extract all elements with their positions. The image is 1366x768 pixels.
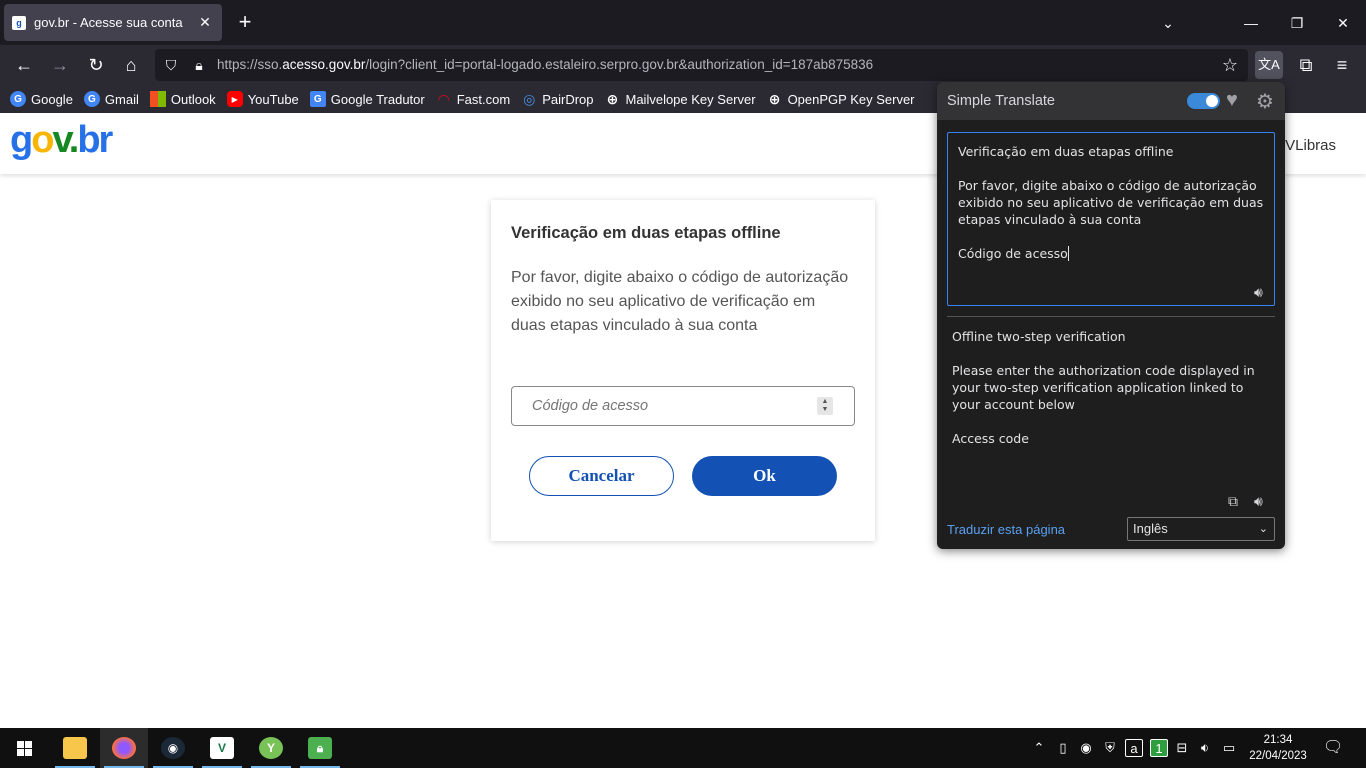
firefox-icon bbox=[112, 737, 136, 759]
close-window-icon[interactable]: ✕ bbox=[1330, 10, 1356, 36]
speaker-icon[interactable]: 🔊︎ bbox=[1254, 493, 1263, 510]
simple-translate-icon[interactable]: 文A bbox=[1255, 51, 1283, 79]
list-tabs-icon[interactable]: ⌄ bbox=[1155, 10, 1181, 36]
network-icon[interactable]: ⊟ bbox=[1173, 739, 1191, 757]
bookmark-pairdrop[interactable]: ◎ PairDrop bbox=[521, 91, 593, 107]
vlibras-link[interactable]: VLibras bbox=[1285, 137, 1336, 154]
verification-card: Verificação em duas etapas offline Por f… bbox=[491, 200, 875, 541]
source-text-area[interactable]: Verificação em duas etapas offline Por f… bbox=[947, 132, 1275, 306]
pairdrop-icon: ◎ bbox=[523, 90, 536, 107]
translate-icon: G bbox=[309, 91, 326, 107]
govbr-logo[interactable]: gov.br bbox=[10, 119, 113, 162]
start-button[interactable] bbox=[0, 728, 48, 768]
enable-toggle[interactable] bbox=[1187, 93, 1220, 109]
govbr-favicon-icon: g bbox=[12, 15, 26, 30]
bookmark-google[interactable]: G Google bbox=[10, 91, 73, 107]
back-icon[interactable]: ← bbox=[10, 51, 38, 79]
taskbar-file-explorer[interactable] bbox=[51, 728, 99, 768]
taskbar-steam[interactable]: ◉ bbox=[149, 728, 197, 768]
target-language-select[interactable]: Inglês ⌄ bbox=[1127, 517, 1275, 541]
heart-icon[interactable]: ♥ bbox=[1226, 89, 1238, 112]
fast-icon: ◠ bbox=[438, 90, 450, 107]
vpn-icon: V bbox=[210, 737, 234, 759]
cancel-button[interactable]: Cancelar bbox=[529, 456, 674, 496]
bookmark-google-tradutor[interactable]: G Google Tradutor bbox=[309, 91, 425, 107]
youtube-icon: ▶ bbox=[226, 91, 243, 107]
bookmark-fast[interactable]: ◠ Fast.com bbox=[436, 91, 510, 107]
chevron-up-icon[interactable]: ⌃ bbox=[1030, 739, 1048, 757]
browser-tab[interactable]: g gov.br - Acesse sua conta ✕ bbox=[4, 4, 222, 41]
folder-icon bbox=[63, 737, 87, 759]
taskbar-app-lock[interactable]: 🔒︎ bbox=[296, 728, 344, 768]
gear-icon[interactable]: ⚙ bbox=[1256, 89, 1274, 114]
microsoft-icon bbox=[149, 91, 166, 107]
app-icon: Y bbox=[259, 737, 283, 759]
globe-icon: ⊕ bbox=[606, 90, 619, 107]
card-title: Verificação em duas etapas offline bbox=[511, 224, 781, 242]
bookmark-outlook[interactable]: Outlook bbox=[149, 91, 216, 107]
usb-icon[interactable]: ▯ bbox=[1054, 739, 1072, 757]
forward-icon[interactable]: → bbox=[46, 51, 74, 79]
taskbar-app-v[interactable]: V bbox=[198, 728, 246, 768]
steam-tray-icon[interactable]: ◉ bbox=[1077, 739, 1095, 757]
battery-icon[interactable]: ▭ bbox=[1220, 739, 1238, 757]
simple-translate-popup: Simple Translate ♥ ⚙ Verificação em duas… bbox=[937, 82, 1285, 549]
card-description: Por favor, digite abaixo o código de aut… bbox=[511, 269, 849, 334]
divider bbox=[947, 316, 1275, 317]
translation-result: Offline two-step verification Please ent… bbox=[952, 329, 1255, 446]
bookmark-mailvelope[interactable]: ⊕ Mailvelope Key Server bbox=[605, 91, 756, 107]
lock-app-icon: 🔒︎ bbox=[308, 737, 332, 759]
popup-header: Simple Translate ♥ ⚙ bbox=[937, 82, 1285, 120]
taskbar: ◉ V Y 🔒︎ ⌃ ▯ ◉ ⛨ a 1 ⊟ 🔉︎ ▭ 21:34 22/04/… bbox=[0, 728, 1366, 768]
bookmark-gmail[interactable]: G Gmail bbox=[83, 91, 139, 107]
lock-icon[interactable]: 🔒︎ bbox=[187, 53, 211, 77]
minimize-icon[interactable]: — bbox=[1238, 10, 1264, 36]
bookmark-openpgp[interactable]: ⊕ OpenPGP Key Server bbox=[767, 91, 915, 107]
onepassword-icon[interactable]: 1 bbox=[1150, 739, 1168, 757]
copy-icon[interactable]: ⧉ bbox=[1228, 493, 1238, 510]
speaker-icon[interactable]: 🔊︎ bbox=[1254, 284, 1263, 301]
volume-icon[interactable]: 🔉︎ bbox=[1196, 739, 1214, 757]
google-icon: G bbox=[83, 91, 100, 107]
shield-icon[interactable]: ⛉ bbox=[159, 53, 183, 77]
navigation-bar: ← → ↻ ⌂ ⛉ 🔒︎ https://sso.acesso.gov.br/l… bbox=[0, 45, 1366, 85]
popup-title: Simple Translate bbox=[947, 93, 1055, 109]
home-icon[interactable]: ⌂ bbox=[117, 51, 145, 79]
globe-icon: ⊕ bbox=[768, 90, 781, 107]
amazon-icon[interactable]: a bbox=[1125, 739, 1143, 757]
taskbar-app-green[interactable]: Y bbox=[247, 728, 295, 768]
windows-icon bbox=[16, 740, 32, 756]
extensions-icon[interactable]: ⧉ bbox=[1292, 51, 1320, 79]
notification-icon[interactable]: 🗨︎ bbox=[1323, 739, 1343, 757]
url-bar[interactable]: ⛉ 🔒︎ https://sso.acesso.gov.br/login?cli… bbox=[155, 49, 1248, 81]
chevron-down-icon: ⌄ bbox=[1258, 523, 1268, 535]
ok-button[interactable]: Ok bbox=[692, 456, 837, 496]
close-tab-icon[interactable]: ✕ bbox=[196, 13, 214, 31]
bookmark-youtube[interactable]: ▶ YouTube bbox=[226, 91, 299, 107]
url-text[interactable]: https://sso.acesso.gov.br/login?client_i… bbox=[217, 57, 873, 72]
menu-icon[interactable]: ≡ bbox=[1328, 51, 1356, 79]
new-tab-button[interactable]: + bbox=[232, 10, 258, 36]
translate-page-link[interactable]: Traduzir esta página bbox=[947, 522, 1065, 537]
taskbar-firefox[interactable] bbox=[100, 728, 148, 768]
reload-icon[interactable]: ↻ bbox=[82, 51, 110, 79]
steam-icon: ◉ bbox=[161, 737, 185, 759]
number-stepper-icon[interactable]: ▲ ▼ bbox=[817, 397, 833, 415]
access-code-input[interactable] bbox=[511, 386, 855, 426]
shield-tray-icon[interactable]: ⛨ bbox=[1101, 739, 1119, 757]
title-bar: g gov.br - Acesse sua conta ✕ + ⌄ — ❐ ✕ bbox=[0, 0, 1366, 45]
restore-icon[interactable]: ❐ bbox=[1284, 10, 1310, 36]
google-icon: G bbox=[10, 91, 26, 107]
clock[interactable]: 21:34 22/04/2023 bbox=[1244, 732, 1312, 764]
bookmark-star-icon[interactable]: ☆ bbox=[1218, 53, 1242, 77]
tab-title: gov.br - Acesse sua conta bbox=[34, 15, 183, 30]
